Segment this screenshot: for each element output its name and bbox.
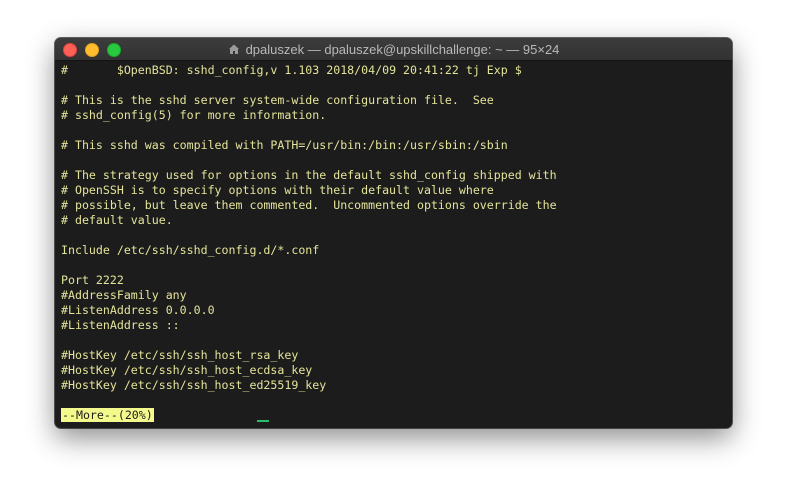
terminal-line: # default value. bbox=[61, 213, 173, 227]
close-button[interactable] bbox=[63, 43, 77, 57]
pager-line: --More--(20%) bbox=[61, 408, 726, 423]
terminal-line: #AddressFamily any bbox=[61, 288, 187, 302]
terminal-line: # The strategy used for options in the d… bbox=[61, 168, 557, 182]
terminal-line: # sshd_config(5) for more information. bbox=[61, 108, 327, 122]
zoom-button[interactable] bbox=[107, 43, 121, 57]
minimize-button[interactable] bbox=[85, 43, 99, 57]
text-cursor bbox=[257, 420, 269, 422]
home-folder-icon bbox=[228, 44, 239, 54]
terminal-line: #ListenAddress 0.0.0.0 bbox=[61, 303, 215, 317]
terminal-line: # $OpenBSD: sshd_config,v 1.103 2018/04/… bbox=[61, 63, 522, 77]
terminal-line: #HostKey /etc/ssh/ssh_host_ed25519_key bbox=[61, 378, 327, 392]
window-title-group: dpaluszek — dpaluszek@upskillchallenge: … bbox=[228, 41, 560, 57]
terminal-line: Include /etc/ssh/sshd_config.d/*.conf bbox=[61, 243, 320, 257]
terminal-line: # OpenSSH is to specify options with the… bbox=[61, 183, 494, 197]
terminal-line: #ListenAddress :: bbox=[61, 318, 180, 332]
terminal-line: # This is the sshd server system-wide co… bbox=[61, 93, 494, 107]
terminal-line: #HostKey /etc/ssh/ssh_host_rsa_key bbox=[61, 348, 299, 362]
terminal-line: # possible, but leave them commented. Un… bbox=[61, 198, 557, 212]
terminal-line: # This sshd was compiled with PATH=/usr/… bbox=[61, 138, 508, 152]
terminal-window[interactable]: dpaluszek — dpaluszek@upskillchallenge: … bbox=[55, 38, 732, 428]
terminal-line: #HostKey /etc/ssh/ssh_host_ecdsa_key bbox=[61, 363, 313, 377]
pager-more-prompt: --More--(20%) bbox=[61, 408, 154, 422]
terminal-output[interactable]: # $OpenBSD: sshd_config,v 1.103 2018/04/… bbox=[61, 63, 726, 428]
title-bar[interactable]: dpaluszek — dpaluszek@upskillchallenge: … bbox=[55, 38, 732, 61]
window-title: dpaluszek — dpaluszek@upskillchallenge: … bbox=[245, 41, 560, 57]
terminal-line: Port 2222 bbox=[61, 273, 124, 287]
window-controls bbox=[63, 43, 121, 57]
